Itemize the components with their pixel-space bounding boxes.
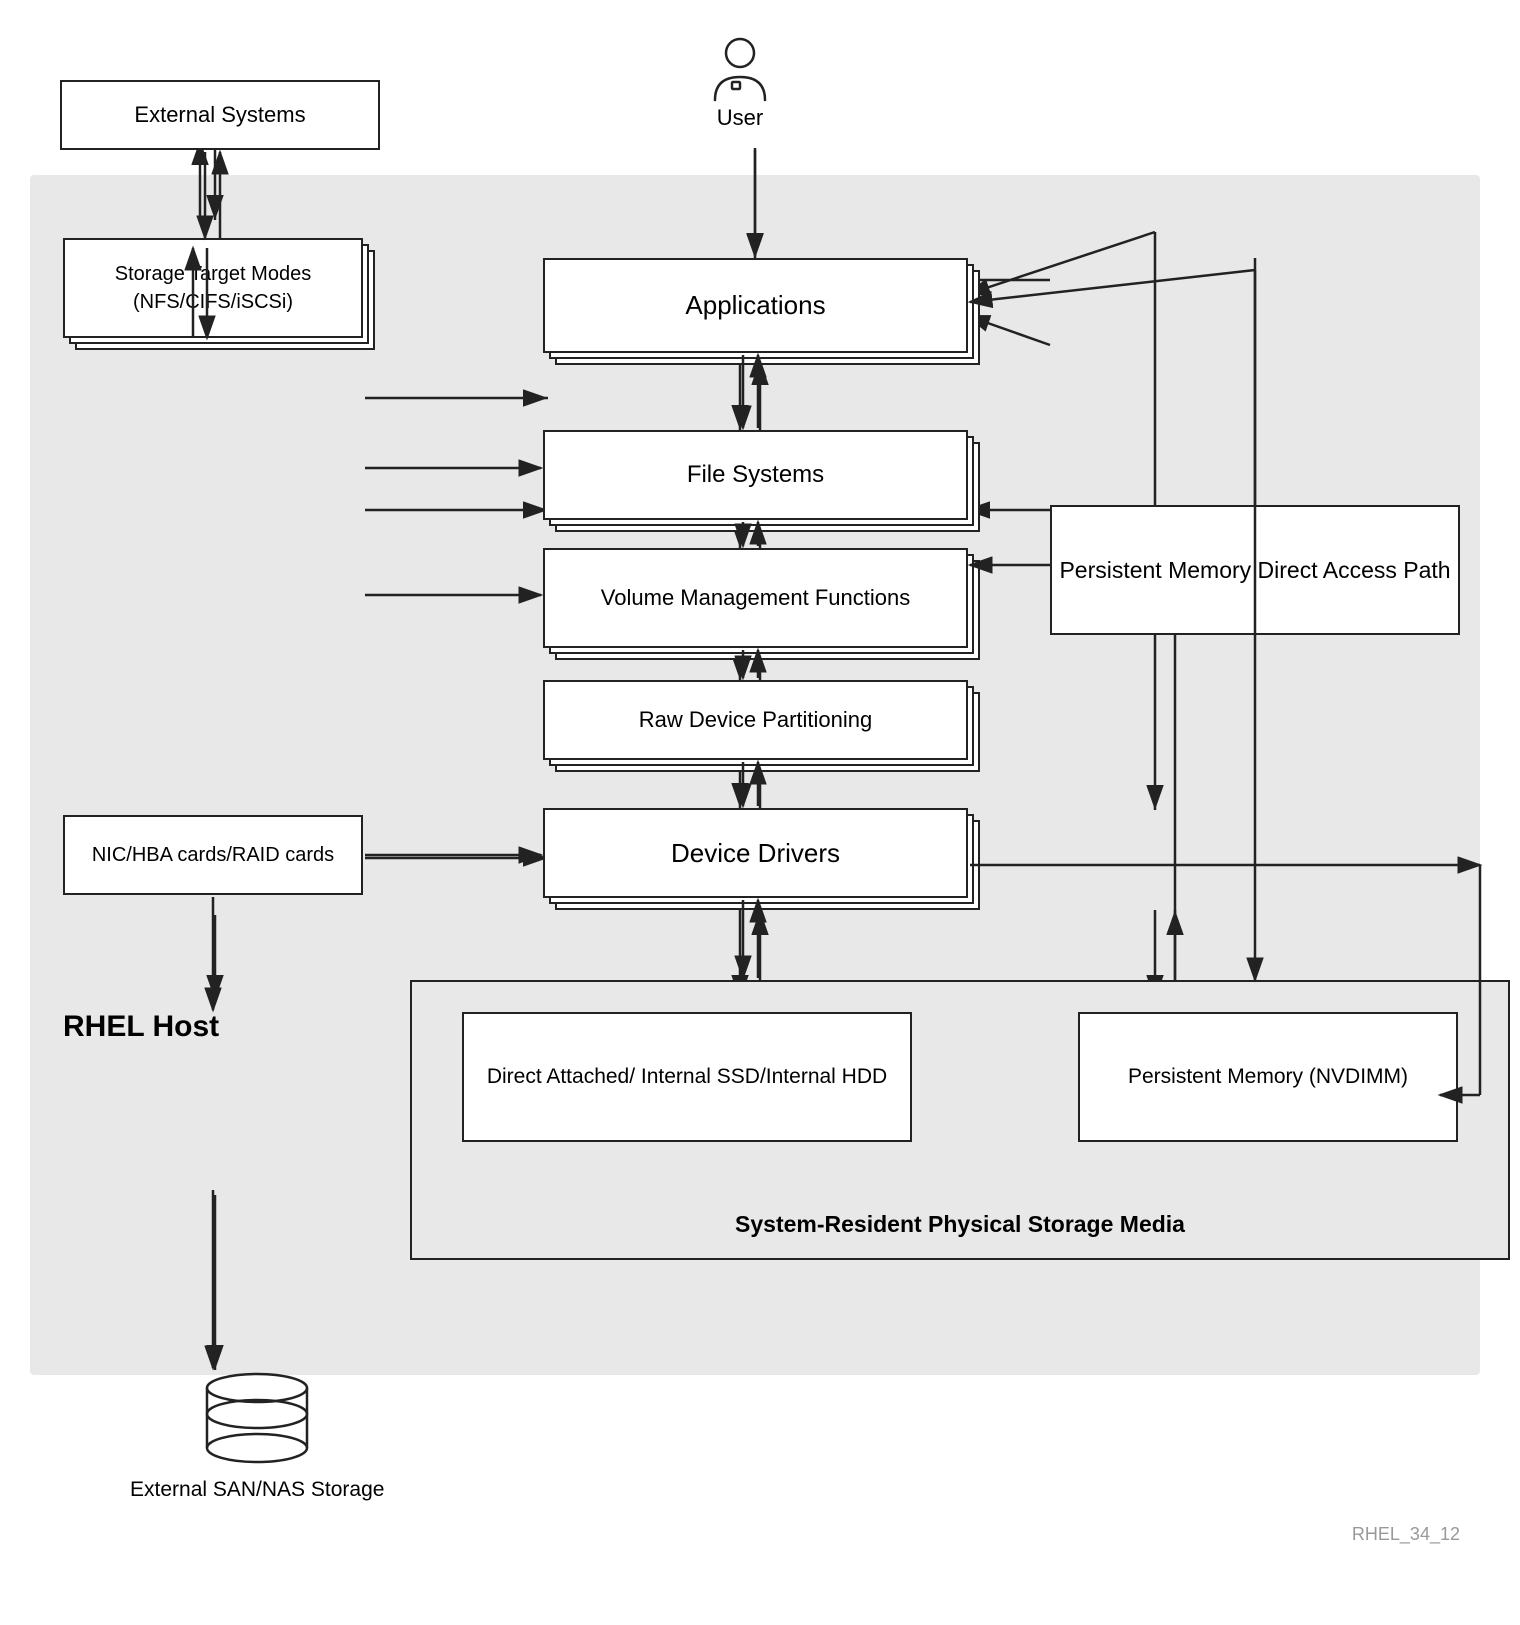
persistent-memory-dap-box: Persistent Memory Direct Access Path	[1050, 505, 1460, 635]
persistent-memory-dap-label: Persistent Memory Direct Access Path	[1059, 554, 1450, 586]
persistent-memory-nvdimm-label: Persistent Memory (NVDIMM)	[1128, 1062, 1408, 1091]
nic-hba-box: NIC/HBA cards/RAID cards	[63, 815, 363, 895]
direct-attached-label: Direct Attached/ Internal SSD/Internal H…	[487, 1062, 887, 1091]
raw-device-box: Raw Device Partitioning	[543, 680, 968, 760]
device-drivers-label: Device Drivers	[671, 835, 840, 871]
persistent-memory-nvdimm-box: Persistent Memory (NVDIMM)	[1078, 1012, 1458, 1142]
database-icon	[197, 1370, 317, 1470]
applications-label: Applications	[685, 287, 825, 323]
volume-management-box: Volume Management Functions	[543, 548, 968, 648]
file-systems-label: File Systems	[687, 458, 824, 492]
diagram-container: External Systems User Storage Target Mod…	[0, 0, 1520, 1625]
user-figure: User	[710, 35, 770, 131]
system-media-box: Direct Attached/ Internal SSD/Internal H…	[410, 980, 1510, 1260]
external-systems-box: External Systems	[60, 80, 380, 150]
user-label: User	[717, 105, 763, 131]
file-systems-box: File Systems	[543, 430, 968, 520]
nic-hba-label: NIC/HBA cards/RAID cards	[92, 841, 334, 869]
applications-box: Applications	[543, 258, 968, 353]
raw-device-label: Raw Device Partitioning	[639, 705, 873, 736]
watermark: RHEL_34_12	[1352, 1524, 1460, 1545]
direct-attached-box: Direct Attached/ Internal SSD/Internal H…	[462, 1012, 912, 1142]
device-drivers-box: Device Drivers	[543, 808, 968, 898]
rhel-host-label: RHEL Host	[63, 1010, 219, 1044]
storage-target-label: Storage Target Modes (NFS/CIFS/iSCSi)	[65, 260, 361, 316]
system-media-label: System-Resident Physical Storage Media	[735, 1208, 1185, 1240]
external-san-label: External SAN/NAS Storage	[130, 1478, 384, 1502]
user-icon	[710, 35, 770, 105]
storage-target-box: Storage Target Modes (NFS/CIFS/iSCSi)	[63, 238, 363, 338]
external-systems-label: External Systems	[134, 100, 305, 131]
volume-management-label: Volume Management Functions	[601, 583, 910, 614]
